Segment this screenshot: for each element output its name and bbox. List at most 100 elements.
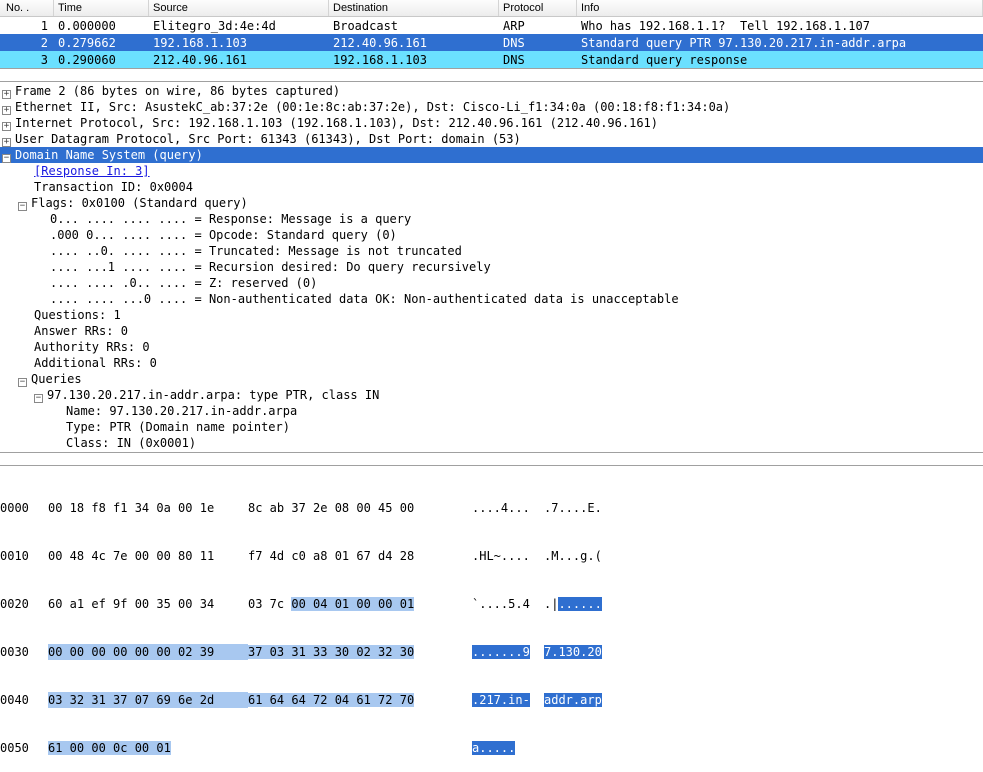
tree-frame[interactable]: + Frame 2 (86 bytes on wire, 86 bytes cap… [0, 83, 983, 99]
packet-list-pane: No. . Time Source Destination Protocol I… [0, 0, 983, 69]
hex-offset: 0040 [0, 692, 48, 708]
hex-offset: 0020 [0, 596, 48, 612]
cell-time: 0.000000 [54, 19, 149, 33]
hex-dump-pane: 0000 00 18 f8 f1 34 0a 00 1e 8c ab 37 2e… [0, 465, 983, 772]
hex-bytes: 37 03 31 33 30 02 32 30 [248, 644, 472, 660]
hex-highlight: ...... [558, 597, 601, 611]
tree-authority-rrs[interactable]: Authority RRs: 0 [0, 339, 983, 355]
hex-ascii: .M...g.( [544, 548, 602, 564]
tree-transaction-id[interactable]: Transaction ID: 0x0004 [0, 179, 983, 195]
tree-label: 97.130.20.217.in-addr.arpa: type PTR, cl… [47, 387, 379, 403]
tree-udp[interactable]: + User Datagram Protocol, Src Port: 61343… [0, 131, 983, 147]
hex-ascii: 7.130.20 [544, 644, 602, 660]
expand-icon[interactable]: + [2, 106, 11, 115]
hex-offset: 0000 [0, 500, 48, 516]
tree-label: User Datagram Protocol, Src Port: 61343 … [15, 131, 521, 147]
hex-bytes: 03 32 31 37 07 69 6e 2d [48, 692, 248, 708]
hex-bytes: 61 64 64 72 04 61 72 70 [248, 692, 472, 708]
packet-row[interactable]: 3 0.290060 212.40.96.161 192.168.1.103 D… [0, 51, 983, 68]
hex-offset: 0010 [0, 548, 48, 564]
hex-row[interactable]: 0040 03 32 31 37 07 69 6e 2d 61 64 64 72… [0, 692, 983, 708]
hex-row[interactable]: 0030 00 00 00 00 00 00 02 39 37 03 31 33… [0, 644, 983, 660]
hex-ascii: addr.arp [544, 692, 602, 708]
tree-ip[interactable]: + Internet Protocol, Src: 192.168.1.103 (… [0, 115, 983, 131]
hex-ascii: .7....E. [544, 500, 602, 516]
response-link[interactable]: [Response In: 3] [34, 163, 150, 179]
cell-info: Standard query PTR 97.130.20.217.in-addr… [577, 36, 983, 50]
collapse-icon[interactable]: − [18, 202, 27, 211]
hex-bytes: 61 00 00 0c 00 01 [48, 740, 248, 756]
cell-proto: ARP [499, 19, 577, 33]
tree-label: .000 0... .... .... = Opcode: Standard q… [50, 227, 397, 243]
hex-ascii: `....5.4 [472, 596, 544, 612]
cell-dest: Broadcast [329, 19, 499, 33]
tree-label: Transaction ID: 0x0004 [34, 179, 193, 195]
hex-offset: 0050 [0, 740, 48, 756]
tree-label: Internet Protocol, Src: 192.168.1.103 (1… [15, 115, 658, 131]
col-no[interactable]: No. . [2, 0, 54, 16]
cell-no: 2 [2, 36, 54, 50]
tree-query-item[interactable]: −97.130.20.217.in-addr.arpa: type PTR, c… [0, 387, 983, 403]
packet-row-selected[interactable]: 2 0.279662 192.168.1.103 212.40.96.161 D… [0, 34, 983, 51]
hex-ascii: .......9 [472, 644, 544, 660]
tree-label: Frame 2 (86 bytes on wire, 86 bytes capt… [15, 83, 340, 99]
tree-flag-recursion[interactable]: .... ...1 .... .... = Recursion desired:… [0, 259, 983, 275]
tree-label: Class: IN (0x0001) [66, 435, 196, 451]
tree-additional-rrs[interactable]: Additional RRs: 0 [0, 355, 983, 371]
hex-row[interactable]: 0000 00 18 f8 f1 34 0a 00 1e 8c ab 37 2e… [0, 500, 983, 516]
hex-bytes: 00 48 4c 7e 00 00 80 11 [48, 548, 248, 564]
cell-proto: DNS [499, 53, 577, 67]
tree-dns[interactable]: −Domain Name System (query) [0, 147, 983, 163]
tree-label: Answer RRs: 0 [34, 323, 128, 339]
tree-flag-truncated[interactable]: .... ..0. .... .... = Truncated: Message… [0, 243, 983, 259]
col-proto[interactable]: Protocol [499, 0, 577, 16]
tree-response-in[interactable]: [Response In: 3] [0, 163, 983, 179]
cell-info: Who has 192.168.1.1? Tell 192.168.1.107 [577, 19, 983, 33]
tree-flags[interactable]: −Flags: 0x0100 (Standard query) [0, 195, 983, 211]
tree-flag-z[interactable]: .... .... .0.. .... = Z: reserved (0) [0, 275, 983, 291]
hex-offset: 0030 [0, 644, 48, 660]
tree-ethernet[interactable]: +Ethernet II, Src: AsustekC_ab:37:2e (00… [0, 99, 983, 115]
hex-highlight: 00 04 01 00 00 01 [291, 597, 414, 611]
expand-icon[interactable]: + [2, 90, 11, 99]
packet-list-header: No. . Time Source Destination Protocol I… [0, 0, 983, 17]
hex-bytes: 00 18 f8 f1 34 0a 00 1e [48, 500, 248, 516]
expand-icon[interactable]: + [2, 138, 11, 147]
cell-dest: 212.40.96.161 [329, 36, 499, 50]
hex-ascii: .HL~.... [472, 548, 544, 564]
tree-query-class[interactable]: Class: IN (0x0001) [0, 435, 983, 451]
cell-source: Elitegro_3d:4e:4d [149, 19, 329, 33]
hex-ascii: .|...... [544, 596, 602, 612]
packet-row[interactable]: 1 0.000000 Elitegro_3d:4e:4d Broadcast A… [0, 17, 983, 34]
hex-ascii: .217.in- [472, 692, 544, 708]
col-time[interactable]: Time [54, 0, 149, 16]
tree-flag-response[interactable]: 0... .... .... .... = Response: Message … [0, 211, 983, 227]
col-source[interactable]: Source [149, 0, 329, 16]
col-dest[interactable]: Destination [329, 0, 499, 16]
collapse-icon[interactable]: − [18, 378, 27, 387]
tree-query-type[interactable]: Type: PTR (Domain name pointer) [0, 419, 983, 435]
tree-flag-opcode[interactable]: .000 0... .... .... = Opcode: Standard q… [0, 227, 983, 243]
expand-icon[interactable]: + [2, 122, 11, 131]
tree-flag-nonauth[interactable]: .... .... ...0 .... = Non-authenticated … [0, 291, 983, 307]
collapse-icon[interactable]: − [34, 394, 43, 403]
hex-row[interactable]: 0010 00 48 4c 7e 00 00 80 11 f7 4d c0 a8… [0, 548, 983, 564]
tree-label: Queries [31, 371, 82, 387]
cell-info: Standard query response [577, 53, 983, 67]
tree-label: Name: 97.130.20.217.in-addr.arpa [66, 403, 297, 419]
hex-row[interactable]: 0050 61 00 00 0c 00 01 a..... [0, 740, 983, 756]
hex-row[interactable]: 0020 60 a1 ef 9f 00 35 00 34 03 7c 00 04… [0, 596, 983, 612]
cell-no: 1 [2, 19, 54, 33]
cell-time: 0.290060 [54, 53, 149, 67]
tree-label: .... ...1 .... .... = Recursion desired:… [50, 259, 491, 275]
cell-time: 0.279662 [54, 36, 149, 50]
tree-query-name[interactable]: Name: 97.130.20.217.in-addr.arpa [0, 403, 983, 419]
hex-bytes: 00 00 00 00 00 00 02 39 [48, 644, 248, 660]
tree-questions[interactable]: Questions: 1 [0, 307, 983, 323]
hex-ascii: ....4... [472, 500, 544, 516]
tree-answer-rrs[interactable]: Answer RRs: 0 [0, 323, 983, 339]
collapse-icon[interactable]: − [2, 154, 11, 163]
hex-bytes: f7 4d c0 a8 01 67 d4 28 [248, 548, 472, 564]
col-info[interactable]: Info [577, 0, 983, 16]
tree-queries[interactable]: −Queries [0, 371, 983, 387]
